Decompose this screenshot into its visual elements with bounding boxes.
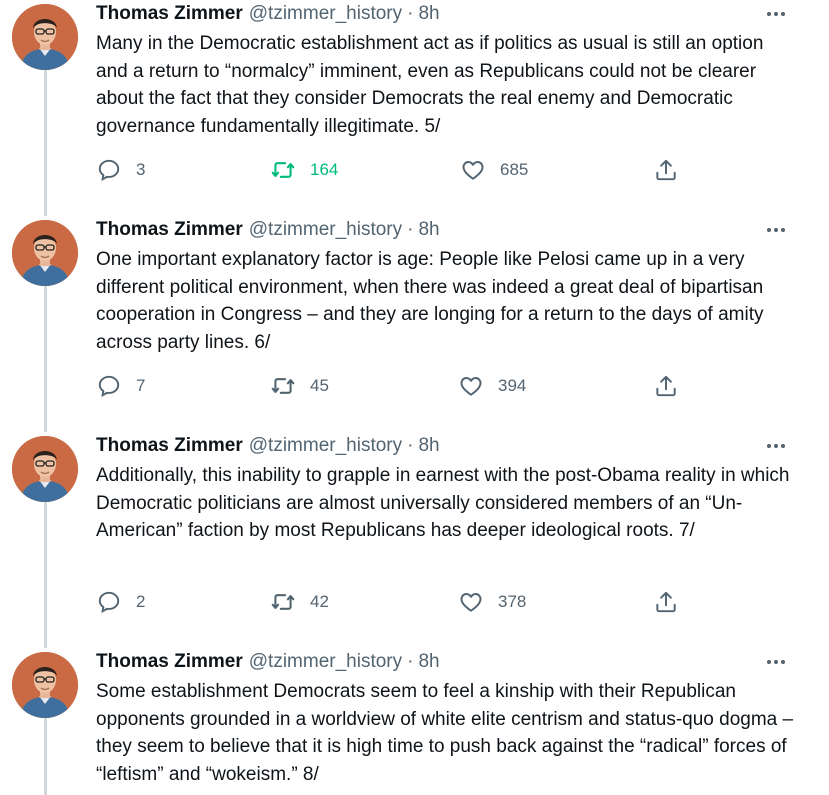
timestamp[interactable]: 8h (418, 219, 439, 241)
reply-button[interactable]: 2 (96, 586, 145, 618)
tweet-text: One important explanatory factor is age:… (96, 249, 764, 353)
reply-icon (98, 159, 120, 182)
tweet-text: Additionally, this inability to grapple … (96, 465, 790, 541)
heart-icon (460, 593, 482, 612)
reply-button[interactable]: 3 (96, 154, 145, 186)
separator: · (407, 3, 414, 24)
tweet-actions: 7 45 394 (96, 370, 696, 402)
avatar[interactable] (12, 4, 78, 70)
reply-count: 7 (136, 376, 146, 395)
share-icon (656, 375, 676, 397)
reply-count: 2 (136, 592, 146, 611)
tweet-text: Many in the Democratic establishment act… (96, 33, 764, 137)
heart-icon (462, 161, 484, 180)
retweet-count: 164 (310, 160, 339, 179)
author-name[interactable]: Thomas Zimmer (96, 435, 243, 457)
reply-icon (98, 591, 120, 614)
retweet-icon (271, 378, 295, 394)
tweet-header: Thomas Zimmer @tzimmer_history · 8h (96, 432, 796, 460)
author-handle[interactable]: @tzimmer_history (249, 435, 402, 457)
avatar[interactable] (12, 652, 78, 718)
share-icon (656, 159, 676, 181)
timestamp[interactable]: 8h (418, 651, 439, 673)
tweet-header: Thomas Zimmer @tzimmer_history · 8h (96, 0, 796, 28)
separator: · (407, 651, 414, 672)
retweet-count: 45 (310, 376, 329, 395)
retweet-icon (271, 162, 295, 178)
tweet-header: Thomas Zimmer @tzimmer_history · 8h (96, 648, 796, 676)
heart-icon (460, 377, 482, 396)
like-button[interactable]: 378 (458, 586, 526, 618)
avatar[interactable] (12, 220, 78, 286)
like-button[interactable]: 685 (460, 154, 528, 186)
retweet-count: 42 (310, 592, 329, 611)
author-handle[interactable]: @tzimmer_history (249, 3, 402, 25)
timestamp[interactable]: 8h (418, 3, 439, 25)
retweet-button[interactable]: 42 (270, 586, 329, 618)
more-options-icon[interactable] (764, 438, 788, 454)
tweet-actions: 3 164 685 (96, 154, 696, 186)
separator: · (407, 219, 414, 240)
retweet-button[interactable]: 164 (270, 154, 338, 186)
reply-count: 3 (136, 160, 146, 179)
tweet-actions: 2 42 378 (96, 586, 696, 618)
more-options-icon[interactable] (764, 222, 788, 238)
retweet-icon (271, 594, 295, 610)
tweet-thread: Thomas Zimmer @tzimmer_history · 8h Many… (0, 0, 829, 795)
tweet[interactable]: Thomas Zimmer @tzimmer_history · 8h Many… (0, 0, 829, 216)
like-button[interactable]: 394 (458, 370, 526, 402)
tweet[interactable]: Thomas Zimmer @tzimmer_history · 8h Addi… (0, 432, 829, 648)
author-name[interactable]: Thomas Zimmer (96, 651, 243, 673)
tweet-text: Some establishment Democrats seem to fee… (96, 681, 794, 785)
avatar[interactable] (12, 436, 78, 502)
more-options-icon[interactable] (764, 654, 788, 670)
separator: · (407, 435, 414, 456)
like-count: 394 (498, 376, 527, 395)
reply-icon (98, 375, 120, 398)
author-handle[interactable]: @tzimmer_history (249, 651, 402, 673)
tweet-header: Thomas Zimmer @tzimmer_history · 8h (96, 216, 796, 244)
retweet-button[interactable]: 45 (270, 370, 329, 402)
timestamp[interactable]: 8h (418, 435, 439, 457)
more-options-icon[interactable] (764, 6, 788, 22)
share-button[interactable] (653, 370, 679, 402)
author-name[interactable]: Thomas Zimmer (96, 219, 243, 241)
author-name[interactable]: Thomas Zimmer (96, 3, 243, 25)
tweet[interactable]: Thomas Zimmer @tzimmer_history · 8h One … (0, 216, 829, 432)
author-handle[interactable]: @tzimmer_history (249, 219, 402, 241)
like-count: 378 (498, 592, 527, 611)
reply-button[interactable]: 7 (96, 370, 145, 402)
share-button[interactable] (653, 586, 679, 618)
tweet[interactable]: Thomas Zimmer @tzimmer_history · 8h Some… (0, 648, 829, 795)
share-icon (656, 591, 676, 613)
like-count: 685 (500, 160, 529, 179)
share-button[interactable] (653, 154, 679, 186)
